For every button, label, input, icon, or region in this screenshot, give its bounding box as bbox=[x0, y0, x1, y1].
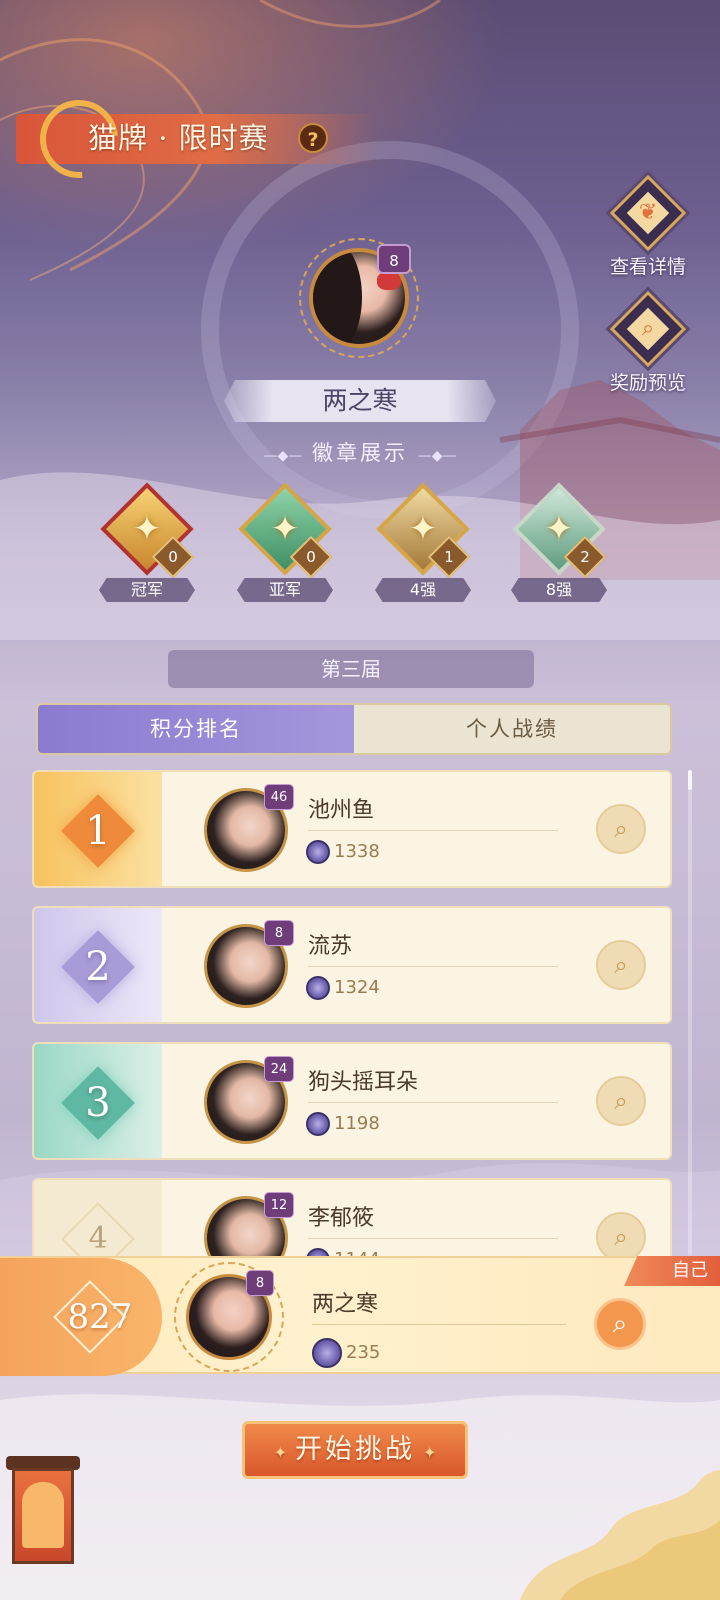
ranking-row[interactable]: 3 24 狗头摇耳朵 1198 ⌕ bbox=[32, 1042, 672, 1160]
rank-number: 1 bbox=[85, 808, 111, 854]
level-badge: 46 bbox=[264, 784, 294, 810]
ornament-right-icon: —◆— bbox=[417, 448, 457, 464]
player-name: 流苏 bbox=[308, 934, 353, 959]
badge-runner-up[interactable]: ✦ 0 亚军 bbox=[230, 482, 340, 602]
reward-preview-label: 奖励预览 bbox=[609, 372, 686, 394]
ranking-row[interactable]: 2 8 流苏 1324 ⌕ bbox=[32, 906, 672, 1024]
badge-label: 4强 bbox=[375, 578, 471, 602]
reward-scroll-icon: ⌕ bbox=[609, 290, 687, 368]
badge-top4[interactable]: ✦ 1 4强 bbox=[368, 482, 478, 602]
score-coin-icon bbox=[312, 1338, 342, 1368]
rank-number: 2 bbox=[85, 944, 111, 990]
rank-number: 3 bbox=[85, 1080, 111, 1126]
player-level-badge: 8 bbox=[377, 244, 411, 274]
score-value: 1324 bbox=[334, 977, 380, 998]
help-button[interactable]: ? bbox=[298, 123, 328, 153]
sparkle-icon: ✦ bbox=[423, 1443, 437, 1462]
score-coin-icon bbox=[306, 976, 330, 1000]
reward-preview-button[interactable]: ⌕ 奖励预览 bbox=[598, 290, 698, 395]
level-badge: 12 bbox=[264, 1192, 294, 1218]
season-label: 第三届 bbox=[168, 650, 534, 688]
list-scrollbar[interactable] bbox=[688, 770, 692, 1256]
score-coin-icon bbox=[306, 840, 330, 864]
score-coin-icon bbox=[306, 1248, 330, 1256]
ranking-row[interactable]: 4 12 李郁筱 1144 ⌕ bbox=[32, 1178, 672, 1256]
ranking-tabs: 积分排名 个人战绩 bbox=[36, 703, 672, 755]
level-badge: 24 bbox=[264, 1056, 294, 1082]
self-score: 235 bbox=[346, 1342, 381, 1363]
lantern-icon bbox=[6, 1456, 80, 1576]
badge-label: 亚军 bbox=[237, 578, 333, 602]
details-icon: ❦ bbox=[609, 174, 687, 252]
view-details-button[interactable]: ❦ 查看详情 bbox=[598, 174, 698, 279]
view-details-label: 查看详情 bbox=[609, 256, 686, 278]
sparkle-icon: ✦ bbox=[273, 1443, 287, 1462]
tab-personal-record[interactable]: 个人战绩 bbox=[354, 705, 670, 753]
self-name: 两之寒 bbox=[312, 1292, 379, 1317]
score-value: 1338 bbox=[334, 841, 380, 862]
player-name: 两之寒 bbox=[224, 380, 496, 422]
score-coin-icon bbox=[306, 1112, 330, 1136]
self-rank-number: 827 bbox=[67, 1297, 133, 1337]
search-icon[interactable]: ⌕ bbox=[596, 1212, 646, 1256]
rank-number: 4 bbox=[88, 1221, 108, 1256]
ranking-row[interactable]: 1 46 池州鱼 1338 ⌕ bbox=[32, 770, 672, 888]
search-icon[interactable]: ⌕ bbox=[596, 940, 646, 990]
start-challenge-button[interactable]: ✦ 开始挑战 ✦ bbox=[242, 1421, 468, 1479]
gold-cloud-decoration bbox=[520, 1470, 720, 1600]
player-name: 李郁筱 bbox=[308, 1206, 375, 1231]
ornament-left-icon: —◆— bbox=[263, 448, 303, 464]
badge-top8[interactable]: ✦ 2 8强 bbox=[504, 482, 614, 602]
tab-score-ranking[interactable]: 积分排名 bbox=[38, 705, 354, 753]
search-icon[interactable]: ⌕ bbox=[596, 804, 646, 854]
badge-heading-text: 徽章展示 bbox=[312, 441, 408, 465]
level-badge: 8 bbox=[246, 1270, 274, 1296]
search-icon[interactable]: ⌕ bbox=[594, 1298, 646, 1350]
ranking-list[interactable]: 1 46 池州鱼 1338 ⌕ 2 8 流苏 1324 ⌕ 3 24 狗头摇耳朵… bbox=[32, 770, 672, 1256]
search-icon[interactable]: ⌕ bbox=[596, 1076, 646, 1126]
badge-label: 冠军 bbox=[99, 578, 195, 602]
badge-section-heading: —◆— 徽章展示 —◆— bbox=[200, 437, 520, 467]
badge-champion[interactable]: ✦ 0 冠军 bbox=[92, 482, 202, 602]
page-title: 猫牌 · 限时赛 bbox=[88, 121, 269, 155]
score-value: 1144 bbox=[334, 1248, 380, 1256]
player-name: 狗头摇耳朵 bbox=[308, 1070, 419, 1095]
self-tag: 自己 bbox=[624, 1256, 720, 1286]
level-badge: 8 bbox=[264, 920, 294, 946]
score-value: 1198 bbox=[334, 1113, 380, 1134]
badge-label: 8强 bbox=[511, 578, 607, 602]
self-ranking-row[interactable]: 827 8 两之寒 235 ⌕ 自己 bbox=[0, 1256, 720, 1376]
player-name: 池州鱼 bbox=[308, 798, 375, 823]
start-challenge-label: 开始挑战 bbox=[295, 1434, 415, 1465]
